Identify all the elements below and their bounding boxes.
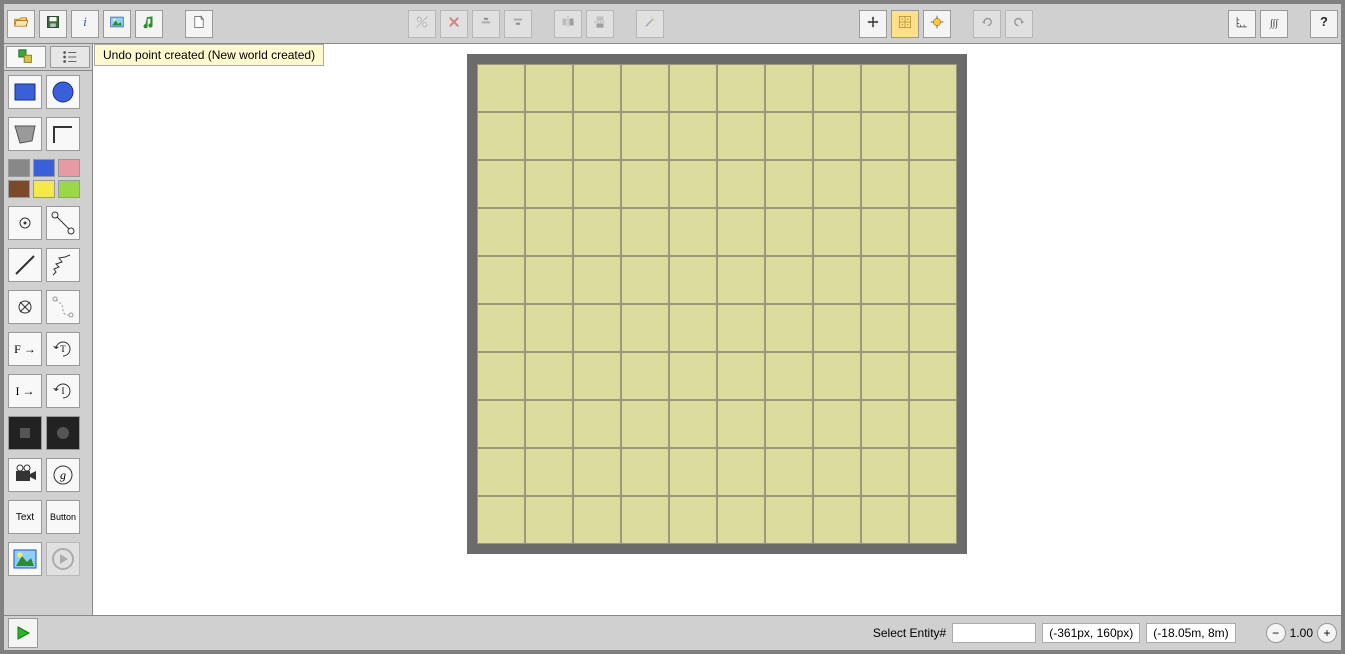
- select-entity-input[interactable]: [952, 623, 1036, 643]
- square-marker-tool[interactable]: [8, 416, 42, 450]
- gravity-tool[interactable]: g: [46, 458, 80, 492]
- notification-toast: Undo point created (New world created): [94, 44, 324, 66]
- new-document-button[interactable]: [185, 10, 213, 38]
- integral-button[interactable]: ∫∫∫: [1260, 10, 1288, 38]
- center-snap-button[interactable]: [923, 10, 951, 38]
- main-area: F → T I → I g Text Button: [4, 44, 1341, 615]
- circle-marker-tool[interactable]: [46, 416, 80, 450]
- color-brown[interactable]: [8, 180, 30, 198]
- svg-text:g: g: [60, 468, 66, 482]
- svg-text:I: I: [62, 386, 65, 396]
- mirror-v-icon: [593, 15, 607, 33]
- pin-joint-tool[interactable]: [8, 206, 42, 240]
- play-clip-tool[interactable]: [46, 542, 80, 576]
- fixed-joint-tool[interactable]: [8, 290, 42, 324]
- tool-sidebar: F → T I → I g Text Button: [4, 44, 93, 615]
- picture-icon: [110, 15, 124, 33]
- grid-snap-button[interactable]: [891, 10, 919, 38]
- move-tool-button[interactable]: [859, 10, 887, 38]
- polygon-tool[interactable]: [8, 117, 42, 151]
- zoom-controls: − 1.00 +: [1266, 623, 1337, 643]
- undo-button[interactable]: [973, 10, 1001, 38]
- sound-button[interactable]: [135, 10, 163, 38]
- undo-icon: [980, 15, 994, 33]
- save-button[interactable]: [39, 10, 67, 38]
- force-tool[interactable]: F →: [8, 332, 42, 366]
- status-bar: Select Entity# (-361px, 160px) (-18.05m,…: [4, 615, 1341, 650]
- button-widget-tool[interactable]: Button: [46, 500, 80, 534]
- info-icon: i: [78, 15, 92, 33]
- bring-front-icon: [479, 15, 493, 33]
- background-image-tool[interactable]: [8, 542, 42, 576]
- image-button[interactable]: [103, 10, 131, 38]
- music-note-icon: [142, 15, 156, 33]
- color-pink[interactable]: [58, 159, 80, 177]
- delete-button[interactable]: [440, 10, 468, 38]
- camera-tool[interactable]: [8, 458, 42, 492]
- rod-tool[interactable]: [8, 248, 42, 282]
- world-grid[interactable]: [477, 64, 957, 544]
- wand-icon: [643, 15, 657, 33]
- main-toolbar: i ∫∫∫ ? Undo point created (New world cr…: [4, 4, 1341, 44]
- edge-tool[interactable]: [46, 117, 80, 151]
- distance-joint-tool[interactable]: [46, 206, 80, 240]
- sidebar-tabs: [4, 44, 92, 71]
- floppy-icon: [46, 15, 60, 33]
- tab-shapes[interactable]: [6, 46, 46, 68]
- question-icon: ?: [1317, 15, 1331, 33]
- grid-icon: [898, 15, 912, 33]
- open-button[interactable]: [7, 10, 35, 38]
- mirror-v-button[interactable]: [586, 10, 614, 38]
- angular-impulse-tool[interactable]: I: [46, 374, 80, 408]
- zoom-value: 1.00: [1290, 626, 1313, 640]
- spring-tool[interactable]: [46, 248, 80, 282]
- center-snap-icon: [930, 15, 944, 33]
- send-back-button[interactable]: [504, 10, 532, 38]
- bring-front-button[interactable]: [472, 10, 500, 38]
- svg-text:T: T: [60, 344, 66, 354]
- send-back-icon: [511, 15, 525, 33]
- mirror-h-button[interactable]: [554, 10, 582, 38]
- info-button[interactable]: i: [71, 10, 99, 38]
- mirror-h-icon: [561, 15, 575, 33]
- color-yellow[interactable]: [33, 180, 55, 198]
- list-tab-icon: [61, 48, 79, 66]
- integral-icon: ∫∫∫: [1267, 15, 1281, 33]
- impulse-tool[interactable]: I →: [8, 374, 42, 408]
- svg-text:∫∫∫: ∫∫∫: [1269, 18, 1279, 29]
- circle-tool[interactable]: [46, 75, 80, 109]
- color-blue[interactable]: [33, 159, 55, 177]
- shapes-tab-icon: [17, 48, 35, 66]
- tool-palette: F → T I → I g Text Button: [4, 71, 92, 580]
- x-icon: [447, 15, 461, 33]
- text-tool[interactable]: Text: [8, 500, 42, 534]
- coord-m-readout: (-18.05m, 8m): [1146, 623, 1235, 643]
- tab-list[interactable]: [50, 46, 90, 68]
- torque-tool[interactable]: T: [46, 332, 80, 366]
- canvas[interactable]: [93, 44, 1341, 615]
- rectangle-tool[interactable]: [8, 75, 42, 109]
- color-green[interactable]: [58, 180, 80, 198]
- redo-icon: [1012, 15, 1026, 33]
- rope-tool[interactable]: [46, 290, 80, 324]
- axes-icon: [1235, 15, 1249, 33]
- wand-button[interactable]: [636, 10, 664, 38]
- align-icon: [415, 15, 429, 33]
- play-button[interactable]: [8, 618, 38, 648]
- axes-button[interactable]: [1228, 10, 1256, 38]
- redo-button[interactable]: [1005, 10, 1033, 38]
- move-arrows-icon: [866, 15, 880, 33]
- coord-px-readout: (-361px, 160px): [1042, 623, 1140, 643]
- svg-text:?: ?: [1320, 15, 1328, 29]
- document-icon: [192, 15, 206, 33]
- world-frame: [467, 54, 967, 554]
- help-button[interactable]: ?: [1310, 10, 1338, 38]
- folder-open-icon: [14, 15, 28, 33]
- select-entity-label: Select Entity#: [873, 626, 946, 640]
- zoom-out-button[interactable]: −: [1266, 623, 1286, 643]
- color-gray[interactable]: [8, 159, 30, 177]
- align-tool-button[interactable]: [408, 10, 436, 38]
- svg-text:i: i: [83, 15, 87, 29]
- zoom-in-button[interactable]: +: [1317, 623, 1337, 643]
